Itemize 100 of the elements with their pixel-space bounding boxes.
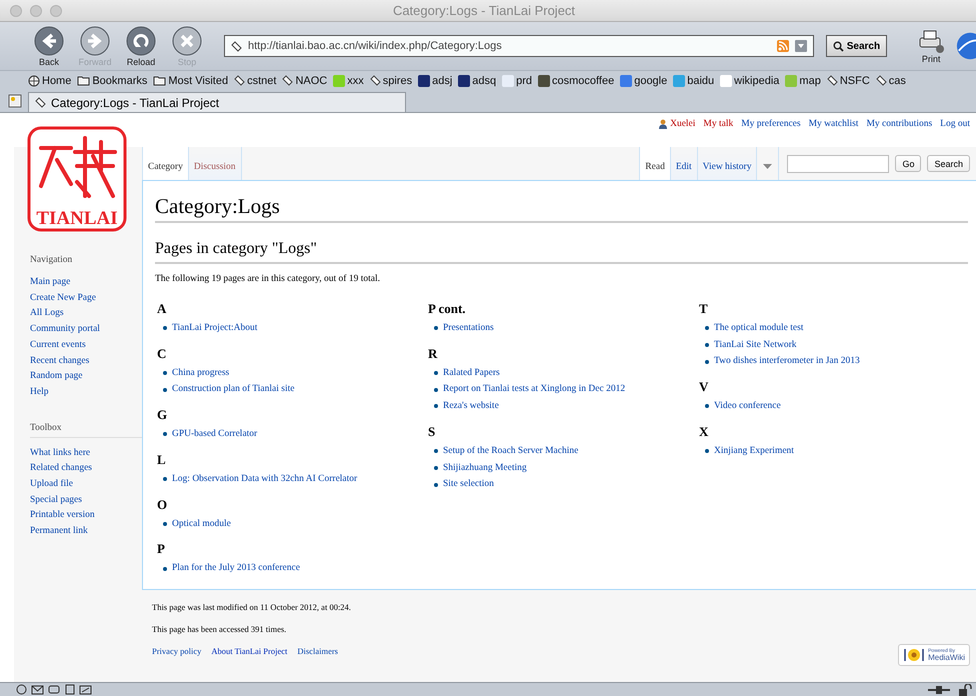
bullet-icon bbox=[434, 466, 438, 470]
bookmark-item[interactable]: NAOC bbox=[282, 74, 328, 86]
bullet-icon bbox=[163, 522, 167, 526]
sidebar-link[interactable]: Create New Page bbox=[30, 290, 142, 306]
tab-list-icon[interactable] bbox=[8, 93, 22, 109]
sidebar-link[interactable]: All Logs bbox=[30, 306, 142, 322]
page-link[interactable]: Presentations bbox=[443, 320, 494, 337]
page-link[interactable]: Setup of the Roach Server Machine bbox=[443, 442, 578, 460]
page-link[interactable]: Construction plan of Tianlai site bbox=[172, 381, 294, 398]
bookmark-item[interactable]: cas bbox=[876, 74, 906, 86]
page-link[interactable]: The optical module test bbox=[714, 320, 804, 337]
mail-icon[interactable] bbox=[31, 684, 44, 695]
bullet-icon bbox=[434, 404, 438, 408]
bookmark-icon bbox=[35, 97, 46, 108]
page-link[interactable]: GPU-based Correlator bbox=[172, 426, 258, 443]
sidebar-link[interactable]: Main page bbox=[30, 275, 142, 291]
bookmark-item[interactable]: map bbox=[785, 74, 821, 86]
logo[interactable]: TIANLAI bbox=[27, 126, 127, 232]
sidebar-link[interactable]: Permanent link bbox=[30, 524, 142, 540]
reload-button[interactable]: Reload bbox=[122, 25, 160, 67]
address-field[interactable]: http://tianlai.bao.ac.cn/wiki/index.php/Category:Logs bbox=[224, 35, 814, 57]
page-tab[interactable]: Category bbox=[142, 147, 189, 180]
forward-icon bbox=[79, 25, 111, 57]
bookmark-icon bbox=[234, 75, 246, 86]
personal-link[interactable]: My preferences bbox=[741, 119, 801, 147]
sidebar-link[interactable]: Random page bbox=[30, 369, 142, 385]
sidebar-link[interactable]: Special pages bbox=[30, 492, 142, 508]
page-link[interactable]: TianLai Project:About bbox=[172, 320, 258, 337]
bookmark-item[interactable]: Home bbox=[28, 74, 72, 86]
sidebar-heading: Navigation bbox=[30, 255, 74, 265]
letter-heading: L bbox=[156, 450, 167, 469]
bookmark-item[interactable]: NSFC bbox=[826, 74, 870, 86]
bookmark-item[interactable]: google bbox=[620, 74, 668, 86]
bookmark-item[interactable]: baidu bbox=[673, 74, 714, 86]
letter-heading: P bbox=[156, 540, 166, 558]
page-link[interactable]: Report on Tianlai tests at Xinglong in Dec 2012 bbox=[443, 381, 626, 398]
bullet-icon bbox=[705, 343, 709, 348]
personal-link[interactable]: Log out bbox=[940, 119, 970, 147]
bookmark-item[interactable]: xxx bbox=[333, 74, 364, 86]
folder-icon bbox=[77, 75, 90, 86]
sidebar-link[interactable]: Current events bbox=[30, 338, 142, 354]
caret-icon[interactable] bbox=[763, 164, 772, 170]
footer-link[interactable]: Disclaimers bbox=[297, 646, 338, 656]
page-link[interactable]: Site selection bbox=[443, 476, 494, 493]
page-link[interactable]: Shijiazhuang Meeting bbox=[443, 460, 527, 476]
letter-heading: A bbox=[156, 300, 168, 318]
bookmark-item[interactable]: prd bbox=[502, 74, 532, 86]
page-tab[interactable]: Discussion bbox=[188, 147, 242, 180]
page-link[interactable]: Optical module bbox=[172, 516, 231, 532]
view-tab[interactable]: Read bbox=[639, 147, 671, 180]
bookmark-item[interactable]: adsq bbox=[458, 74, 496, 86]
bullet-icon bbox=[434, 388, 438, 392]
personal-link[interactable]: My talk bbox=[703, 119, 734, 147]
footer-link[interactable]: Privacy policy bbox=[152, 646, 202, 656]
badge-title: MediaWiki bbox=[928, 654, 965, 662]
letter-heading: S bbox=[427, 422, 436, 441]
bookmark-item[interactable]: Bookmarks bbox=[77, 74, 148, 86]
personal-link[interactable]: My watchlist bbox=[808, 119, 858, 147]
page-link[interactable]: TianLai Site Network bbox=[714, 336, 797, 354]
search-field[interactable] bbox=[787, 154, 890, 172]
personal-link[interactable]: My contributions bbox=[866, 119, 932, 147]
page-link[interactable]: China progress bbox=[172, 364, 230, 382]
bookmark-item[interactable]: spires bbox=[370, 74, 412, 86]
sidebar-link[interactable]: Upload file bbox=[30, 477, 142, 493]
view-tab[interactable]: Edit bbox=[670, 147, 698, 180]
page-link[interactable]: Ralated Papers bbox=[443, 364, 500, 382]
dropdown-icon[interactable] bbox=[794, 40, 807, 52]
sidebar-link[interactable]: Help bbox=[30, 384, 142, 401]
bullet-icon bbox=[705, 360, 709, 364]
bookmark-item[interactable]: cstnet bbox=[234, 74, 276, 86]
sidebar-link[interactable]: Recent changes bbox=[30, 354, 142, 370]
search-button[interactable]: Search bbox=[927, 155, 970, 172]
page-link[interactable]: Log: Observation Data with 32chn AI Correlator bbox=[172, 470, 358, 488]
search-button[interactable]: Search bbox=[826, 35, 888, 57]
back-button[interactable]: Back bbox=[30, 25, 68, 67]
user-icon bbox=[659, 119, 668, 129]
sidebar-link[interactable]: Related changes bbox=[30, 461, 142, 478]
browser-tab[interactable]: Category:Logs - TianLai Project bbox=[28, 92, 406, 112]
page-link[interactable]: Xinjiang Experiment bbox=[714, 442, 794, 460]
footer-link[interactable]: About TianLai Project bbox=[211, 646, 288, 656]
bookmark-item[interactable]: adsj bbox=[418, 74, 452, 86]
page-link[interactable]: Video conference bbox=[714, 398, 781, 415]
reload-icon bbox=[125, 25, 157, 57]
footer-text: This page has been accessed 391 times. bbox=[152, 624, 286, 634]
bookmark-item[interactable]: Most Visited bbox=[153, 74, 228, 86]
page-link[interactable]: Plan for the July 2013 conference bbox=[172, 560, 300, 577]
page-link[interactable]: Reza's website bbox=[443, 398, 499, 415]
bookmark-item[interactable]: cosmocoffee bbox=[538, 74, 614, 86]
bullet-icon bbox=[163, 477, 167, 482]
sidebar-link[interactable]: Printable version bbox=[30, 508, 142, 524]
letter-heading: X bbox=[698, 422, 710, 441]
bookmark-item[interactable]: wikipedia bbox=[720, 74, 780, 86]
print-button[interactable]: Print bbox=[917, 28, 946, 64]
user-link[interactable]: Xuelei bbox=[659, 119, 696, 147]
sidebar-link[interactable]: Community portal bbox=[30, 322, 142, 338]
view-tab[interactable]: View history bbox=[698, 147, 758, 180]
page-link[interactable]: Two dishes interferometer in Jan 2013 bbox=[714, 353, 860, 370]
go-button[interactable]: Go bbox=[895, 155, 922, 172]
bullet-icon bbox=[163, 388, 167, 392]
sidebar-link[interactable]: What links here bbox=[30, 446, 142, 462]
